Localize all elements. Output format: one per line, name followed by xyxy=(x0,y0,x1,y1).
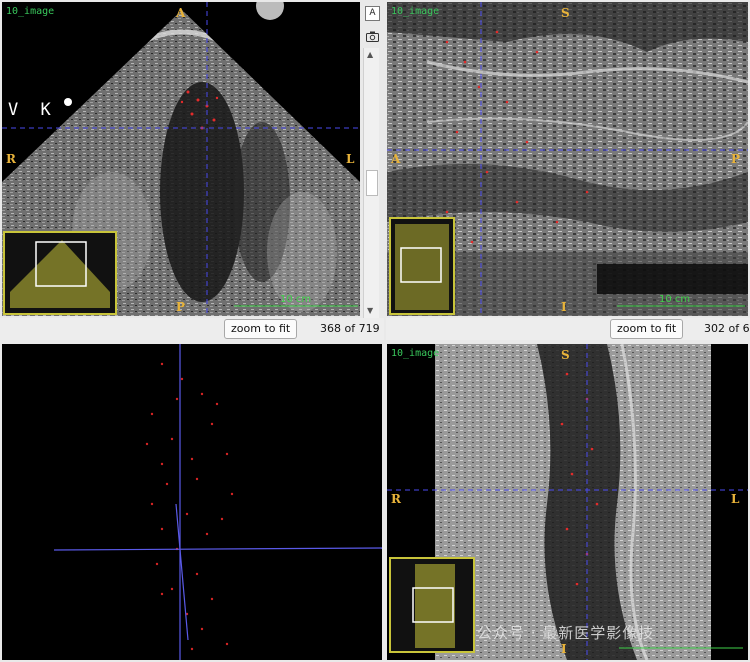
point-cloud-render xyxy=(53,344,382,660)
orientation-label-right: L xyxy=(346,152,355,166)
camera-icon[interactable] xyxy=(366,27,379,42)
sagittal-image xyxy=(387,2,748,316)
scroll-thumb[interactable] xyxy=(366,170,378,196)
scroll-up-arrow[interactable]: ▲ xyxy=(367,50,373,59)
toolbar-top-left: zoom to fit 368 of 719 xyxy=(0,318,384,340)
orientation-label-top: S xyxy=(561,348,570,362)
orientation-label-bottom: I xyxy=(561,300,567,314)
orientation-label-right: L xyxy=(731,492,740,506)
ultrasound-fan-image xyxy=(2,2,360,316)
orientation-label-bottom: I xyxy=(561,642,567,656)
toolbar-top-right: zoom to fit 302 of 64 xyxy=(386,318,750,340)
zoom-to-fit-button[interactable]: zoom to fit xyxy=(610,319,684,339)
viewport-bottom-left[interactable] xyxy=(2,344,382,660)
vertical-scrollbar[interactable]: ▲ ▼ xyxy=(363,48,379,318)
scale-label: 10 cm xyxy=(659,294,691,305)
orientation-label-top: S xyxy=(561,6,570,20)
overlay-text: V K xyxy=(8,100,57,120)
panel-title: 10_image xyxy=(391,348,440,359)
orientation-label-left: A xyxy=(391,152,401,166)
orientation-label-top: A xyxy=(176,6,186,20)
coronal-image xyxy=(387,344,748,660)
watermark-text: 公众号 · 最新医学影像技 xyxy=(477,624,655,642)
panel-title: 10_image xyxy=(6,6,55,17)
panel-title: 10_image xyxy=(391,6,440,17)
scale-label: 10 cm xyxy=(280,294,312,305)
viewport-top-right[interactable]: 10_image S A P I 10 cm xyxy=(387,2,748,316)
orientation-label-left: R xyxy=(6,152,16,166)
viewport-top-left[interactable]: 10_image A R L P V K 10 cm xyxy=(2,2,360,316)
orientation-label-bottom: P xyxy=(176,300,186,314)
annotation-a-button[interactable]: A xyxy=(365,6,380,21)
orientation-label-left: R xyxy=(391,492,401,506)
scroll-down-arrow[interactable]: ▼ xyxy=(367,306,373,315)
slice-counter: 368 of 719 xyxy=(320,322,380,335)
zoom-to-fit-button[interactable]: zoom to fit xyxy=(224,319,298,339)
viewport-bottom-right[interactable]: 10_image S R L I 公众号 · 最新医学影像技 xyxy=(387,344,748,660)
orientation-label-right: P xyxy=(731,152,741,166)
slice-counter: 302 of 64 xyxy=(704,322,750,335)
